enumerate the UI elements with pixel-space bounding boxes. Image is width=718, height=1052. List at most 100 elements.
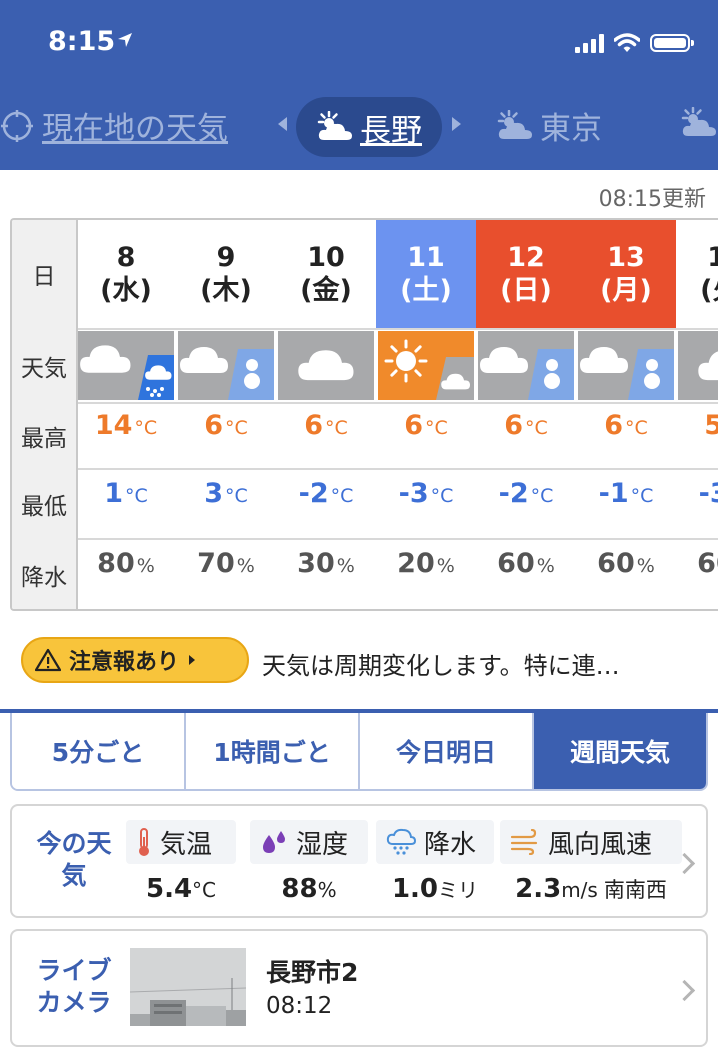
warning-icon (35, 648, 61, 672)
row-labels: 日 天気 最高 最低 降水 (12, 220, 78, 609)
sun-cloud-icon (497, 109, 532, 139)
location-tab-tokyo[interactable]: 東京 (496, 103, 602, 148)
temp-unit: °C (225, 485, 248, 507)
prev-location-caret-icon[interactable] (278, 117, 287, 131)
wind-icon (510, 829, 538, 855)
rain-cloud-icon (386, 828, 416, 855)
weather-cloudy-then-snow-icon (178, 331, 274, 400)
forecast-weekday: (水) (100, 275, 152, 306)
current-location-link[interactable]: 現在地の天気 (0, 103, 228, 148)
forecast-low: -1 °C (576, 478, 676, 509)
live-camera-card[interactable]: ライブカメラ 長野市2 08:12 (10, 929, 708, 1047)
tab-today-tomorrow[interactable]: 今日明日 (360, 713, 534, 789)
precip-unit: % (236, 555, 255, 577)
tab-5min[interactable]: 5分ごと (12, 713, 186, 789)
location-tabs: 現在地の天気 長野 東京 (0, 93, 718, 159)
temp-unit: °C (625, 417, 648, 439)
current-weather-label: 今の天気 (36, 829, 112, 890)
forecast-high-value: 14 (94, 410, 133, 441)
forecast-day-column[interactable]: 8 (水) 14 °C 1 °C 80% (76, 220, 176, 609)
forecast-day-column[interactable]: 11 (土) 6 °C -3 °C 20% (376, 220, 476, 609)
forecast-low: -2 °C (276, 478, 376, 509)
metric-temperature: 気温 5.4°C (126, 820, 236, 916)
forecast-day-column[interactable]: 13 (月) 6 °C -1 °C 60% (576, 220, 676, 609)
precip-unit: % (336, 555, 355, 577)
camera-time: 08:12 (266, 993, 333, 1019)
temperature-label: 気温 (160, 829, 213, 860)
metric-precipitation: 降水 1.0ミリ (376, 820, 494, 916)
row-label-low: 最低 (21, 494, 67, 520)
status-indicators (575, 33, 694, 53)
forecast-low: 1 °C (76, 478, 176, 509)
forecast-precip-value: 60 (697, 548, 718, 579)
forecast-precip: 30% (276, 548, 376, 579)
forecast-day-column[interactable]: 10 (金) 6 °C -2 °C 30% (276, 220, 376, 609)
humidity-unit: % (317, 878, 337, 902)
forecast-high: 6 °C (376, 410, 476, 441)
forecast-precip: 60% (476, 548, 576, 579)
tab-weekly[interactable]: 週間天気 (534, 713, 706, 789)
live-camera-thumbnail[interactable] (130, 948, 246, 1026)
tab-hourly[interactable]: 1時間ごと (186, 713, 360, 789)
forecast-weather-icon (278, 331, 374, 400)
forecast-high: 6 °C (576, 410, 676, 441)
forecast-mode-tabs: 5分ごと 1時間ごと 今日明日 週間天気 (10, 713, 708, 791)
forecast-day-header: 13 (月) (576, 220, 676, 328)
forecast-day-header: 9 (木) (176, 220, 276, 328)
forecast-high-value: 5 (704, 410, 718, 441)
forecast-high: 6 °C (276, 410, 376, 441)
chevron-right-icon (673, 979, 696, 1002)
metric-wind: 風向風速 2.3m/s 南南西 (500, 820, 682, 916)
sun-cloud-icon[interactable] (680, 107, 718, 139)
warning-badge-label: 注意報あり (69, 650, 180, 675)
wind-direction: 南南西 (603, 878, 667, 902)
forecast-high-value: 6 (604, 410, 623, 441)
forecast-date: 10 (307, 242, 345, 273)
forecast-date: 14 (707, 241, 718, 274)
forecast-high: 6 °C (476, 410, 576, 441)
active-location-tab[interactable]: 長野 (296, 97, 442, 157)
forecast-precip: 20% (376, 548, 476, 579)
row-label-weather: 天気 (21, 356, 67, 382)
forecast-day-column[interactable]: 12 (日) 6 °C -2 °C 60% (476, 220, 576, 609)
forecast-low: -3°C (676, 478, 718, 509)
app-header: 8:15 現在地の天気 長野 東京 (0, 0, 718, 170)
forecast-weekday: (金) (300, 275, 352, 306)
camera-scene-image (130, 948, 246, 1026)
forecast-weather-icon (678, 331, 718, 400)
forecast-low: -3°C (376, 478, 476, 509)
forecast-high-value: 6 (304, 410, 323, 441)
warning-badge[interactable]: 注意報あり (21, 637, 249, 683)
forecast-day-header: 11 (土) (376, 220, 476, 328)
next-location-caret-icon[interactable] (452, 117, 461, 131)
cellular-signal-icon (575, 33, 604, 53)
forecast-low-value: -3 (698, 478, 718, 509)
forecast-low-value: 3 (204, 478, 223, 509)
metric-humidity: 湿度 88% (250, 820, 368, 916)
wind-value: 2.3 (515, 874, 562, 904)
forecast-weather-icon (78, 331, 174, 400)
temp-unit: °C (125, 485, 148, 507)
forecast-precip-value: 20 (397, 548, 435, 579)
forecast-low-value: -3 (398, 478, 429, 509)
humidity-value: 88 (281, 874, 318, 904)
camera-name: 長野市2 (266, 958, 359, 987)
forecast-day-column[interactable]: 14(火) 5°C -3°C 60% (676, 220, 718, 609)
active-location-label: 長野 (360, 112, 422, 149)
current-weather-card[interactable]: 今の天気 気温 5.4°C 湿度 88% 降水 1.0ミリ 風向風速 2.3m/… (10, 804, 708, 918)
forecast-day-column[interactable]: 9 (木) 6 °C 3 °C 70% (176, 220, 276, 609)
warning-text[interactable]: 天気は周期変化します。特に連… (262, 646, 620, 681)
status-time: 8:15 (48, 26, 116, 57)
location-tokyo-label: 東京 (540, 111, 602, 147)
forecast-low: 3 °C (176, 478, 276, 509)
forecast-high: 14 °C (76, 410, 176, 441)
forecast-precip: 80% (76, 548, 176, 579)
forecast-weekday: (日) (500, 275, 552, 306)
weather-sunny-then-cloudy-icon (378, 331, 474, 400)
forecast-high-value: 6 (404, 410, 423, 441)
weekly-forecast-table[interactable]: 日 天気 最高 最低 降水 8 (水) 14 °C 1 °C 80% 9 (木) 6 °C 3 °C 70… (10, 218, 718, 611)
row-label-high: 最高 (21, 426, 67, 452)
forecast-date: 9 (216, 242, 236, 273)
forecast-days: 8 (水) 14 °C 1 °C 80% 9 (木) 6 °C 3 °C 70% 10 (金) 6 °C -2 °C 3… (76, 220, 718, 609)
forecast-weather-icon (578, 331, 674, 400)
